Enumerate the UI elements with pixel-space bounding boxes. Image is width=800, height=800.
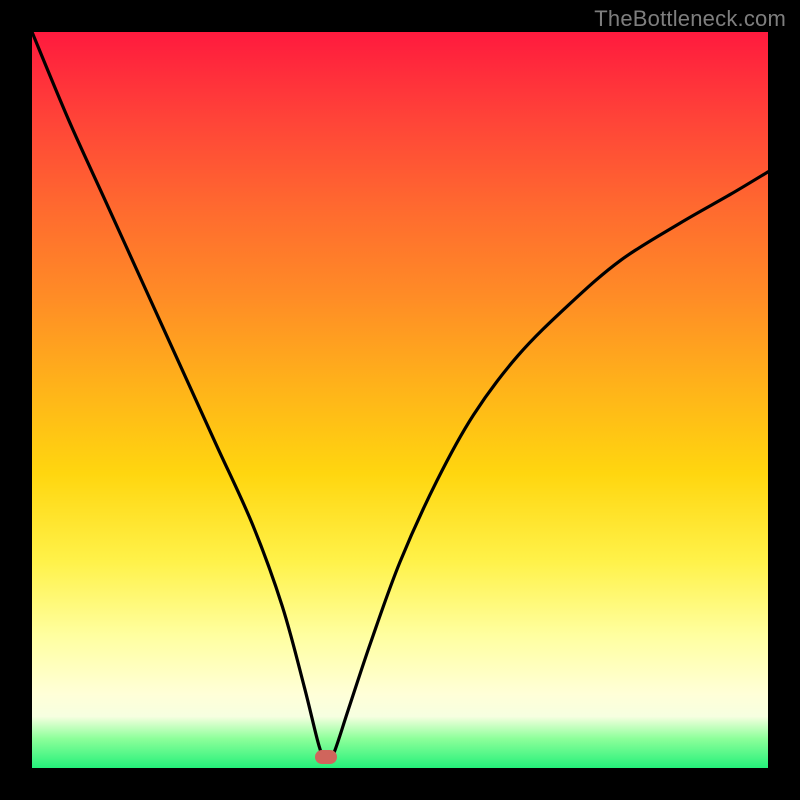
curve-path xyxy=(32,32,768,761)
bottleneck-curve xyxy=(32,32,768,768)
watermark-text: TheBottleneck.com xyxy=(594,6,786,32)
plot-area xyxy=(32,32,768,768)
optimum-marker xyxy=(315,750,337,764)
chart-frame: TheBottleneck.com xyxy=(0,0,800,800)
